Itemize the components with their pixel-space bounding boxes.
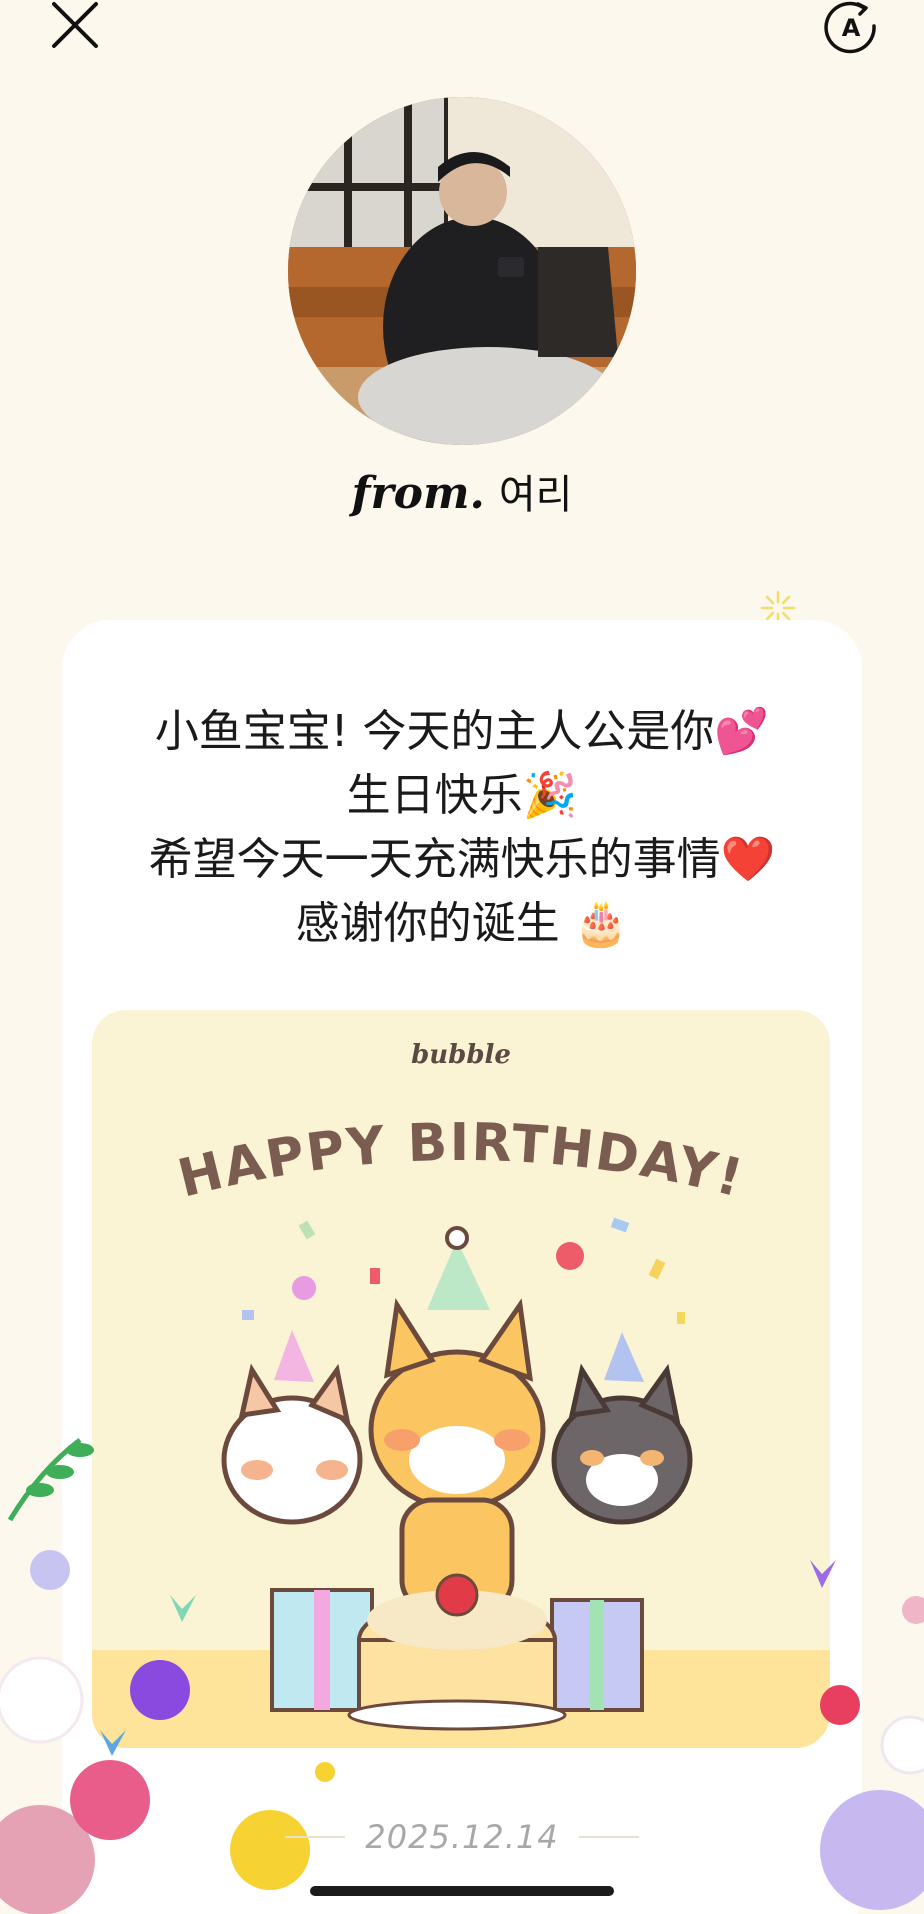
birthday-card-image[interactable]: bubble HAPPY BIRTHDAY! xyxy=(92,1010,830,1748)
message-line: 生日快乐🎉 xyxy=(346,770,578,821)
letter-date: 2025.12.14 xyxy=(365,1818,559,1856)
svg-text:A: A xyxy=(842,14,861,42)
puppies-illustration xyxy=(221,1217,693,1731)
letter-message: 小鱼宝宝! 今天的主人公是你💕 生日快乐🎉 希望今天一天充满快乐的事情❤️ 感谢… xyxy=(62,700,862,956)
close-button[interactable] xyxy=(48,0,104,56)
home-indicator[interactable] xyxy=(310,1886,614,1896)
from-label: from. xyxy=(351,468,485,519)
date-divider xyxy=(578,1836,639,1838)
message-line: 希望今天一天充满快乐的事情❤️ xyxy=(148,834,776,885)
translate-icon: A xyxy=(824,1,876,54)
letter-card: 小鱼宝宝! 今天的主人公是你💕 生日快乐🎉 希望今天一天充满快乐的事情❤️ 感谢… xyxy=(62,620,862,1914)
translate-button[interactable]: A xyxy=(824,0,880,56)
sender-line: from. 여리 xyxy=(0,462,924,532)
close-icon xyxy=(52,2,98,48)
message-line: 小鱼宝宝! 今天的主人公是你💕 xyxy=(154,706,770,757)
svg-text:HAPPY BIRTHDAY!: HAPPY BIRTHDAY! xyxy=(172,1113,750,1200)
birthday-title: HAPPY BIRTHDAY! xyxy=(172,1113,750,1200)
date-divider xyxy=(285,1836,346,1838)
avatar-photo xyxy=(288,97,636,445)
sender-name: 여리 xyxy=(498,472,573,518)
letter-page: A from. 여리 小鱼宝宝! 今天的主人公是你💕 生日快乐🎉 希望今天一天充… xyxy=(0,0,924,1914)
letter-date-row: 2025.12.14 xyxy=(0,1812,924,1862)
bubble-logo: bubble xyxy=(411,1040,511,1070)
birthday-title-text: HAPPY BIRTHDAY! xyxy=(172,1113,748,1200)
sender-avatar[interactable] xyxy=(288,97,636,445)
message-line: 感谢你的诞生 🎂 xyxy=(295,898,629,949)
